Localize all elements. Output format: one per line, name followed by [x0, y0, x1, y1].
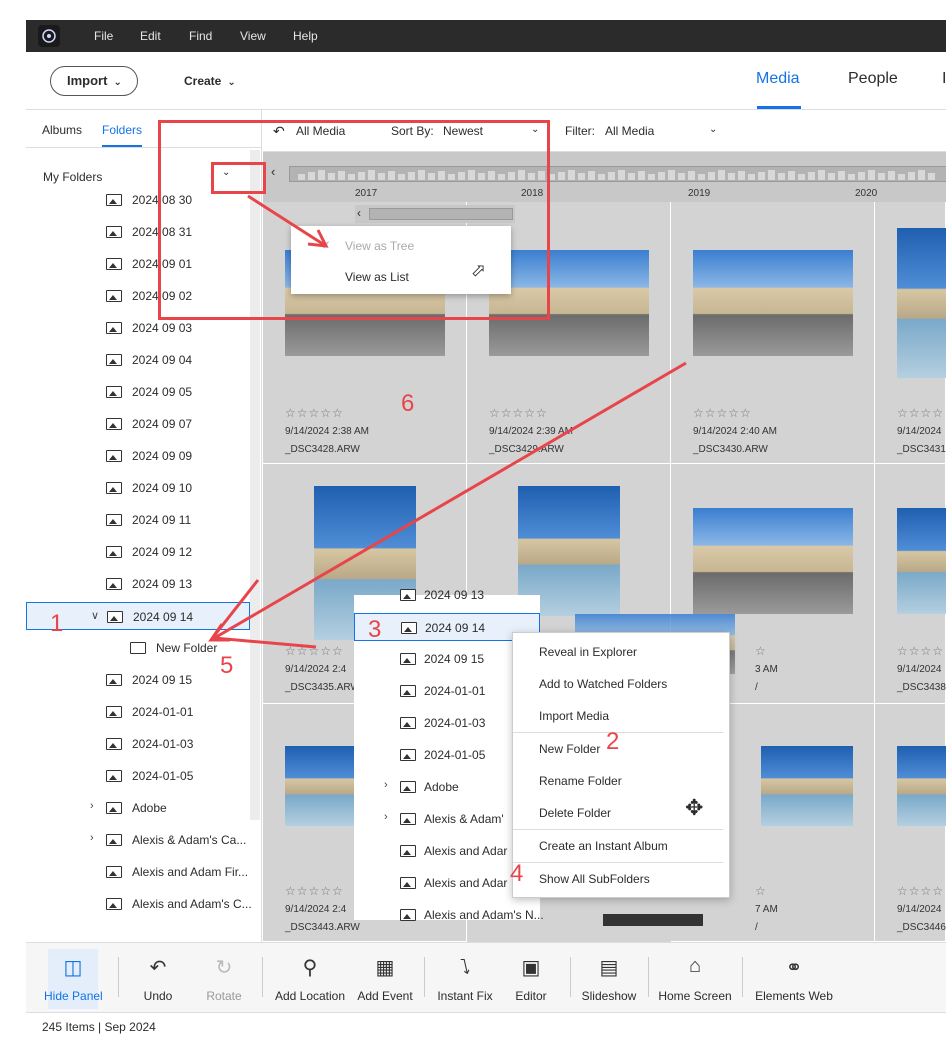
app-window: File Edit Find View Help Import ⌄ Create ⌄…	[26, 20, 946, 1042]
annotation-number: 6	[401, 390, 415, 417]
annotation-number: 2	[606, 728, 620, 755]
annotation-number: 5	[220, 652, 234, 679]
annotation-number: 4	[510, 860, 524, 887]
annotation-number: 1	[50, 610, 64, 637]
annotation-arrows	[208, 194, 687, 649]
annotation-number: 3	[368, 616, 382, 643]
